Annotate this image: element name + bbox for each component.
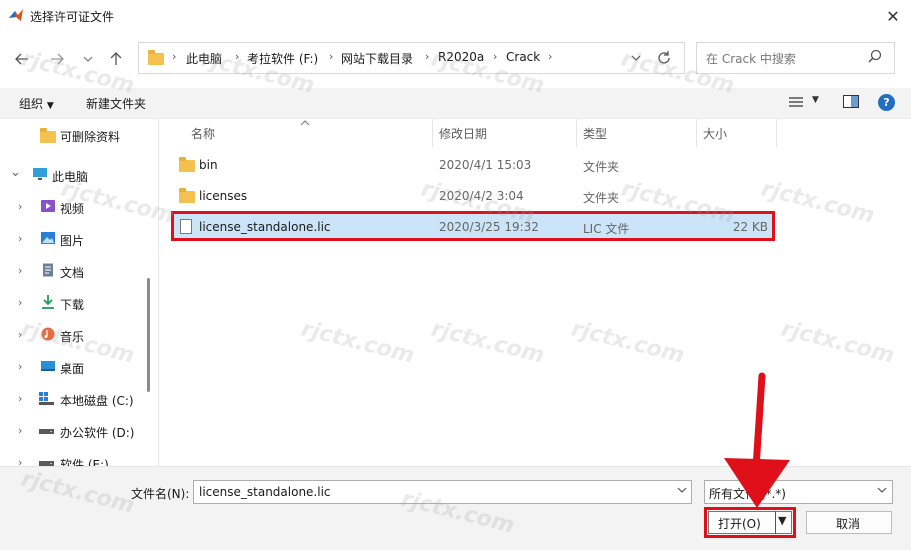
filename-value: license_standalone.lic	[199, 485, 331, 499]
sidebar-item-documents[interactable]: › 文档	[0, 257, 150, 287]
file-modified: 2020/4/1 15:03	[439, 158, 532, 172]
chevron-down-icon[interactable]	[876, 484, 888, 499]
column-header-type[interactable]: 类型	[583, 125, 607, 142]
sidebar-item-label: 图片	[60, 234, 85, 248]
chevron-right-icon[interactable]: ›	[18, 360, 22, 373]
drive-icon	[39, 461, 54, 466]
chevron-down-icon[interactable]: ⌄	[10, 165, 21, 180]
folder-icon	[179, 157, 195, 172]
watermark: rjctx.com	[778, 316, 897, 369]
file-row-bin[interactable]: bin 2020/4/1 15:03 文件夹	[172, 151, 774, 179]
pictures-icon	[41, 232, 55, 244]
drive-icon	[39, 429, 54, 434]
computer-icon	[33, 168, 47, 180]
watermark: rjctx.com	[758, 176, 877, 229]
preview-pane-icon	[843, 95, 859, 108]
breadcrumb-separator: ›	[548, 50, 553, 63]
file-name: bin	[199, 158, 218, 172]
list-view-icon	[789, 97, 803, 107]
file-type: 文件夹	[583, 191, 620, 205]
download-icon	[42, 295, 54, 309]
chevron-right-icon[interactable]: ›	[18, 296, 22, 309]
sidebar-item-pictures[interactable]: › 图片	[0, 225, 150, 255]
sidebar-item-drive-e[interactable]: › 软件 (E:)	[0, 449, 150, 466]
desktop-icon	[41, 361, 55, 371]
preview-pane-button[interactable]	[843, 95, 859, 111]
close-button[interactable]: ✕	[876, 0, 910, 32]
sort-up-icon	[300, 115, 310, 129]
column-header-size[interactable]: 大小	[703, 125, 727, 142]
breadcrumb-download-dir[interactable]: 网站下载目录	[341, 50, 413, 67]
chevron-right-icon[interactable]: ›	[18, 424, 22, 437]
column-divider[interactable]	[432, 119, 433, 147]
caret-down-icon[interactable]: ▼	[812, 95, 819, 105]
video-icon	[41, 200, 55, 212]
sidebar-item-label: 下载	[60, 298, 85, 312]
column-header-name[interactable]: 名称	[191, 125, 215, 142]
sidebar-item-label: 可删除资料	[60, 130, 121, 144]
cancel-label: 取消	[836, 517, 861, 531]
search-placeholder: 在 Crack 中搜索	[706, 52, 796, 66]
documents-icon	[43, 263, 53, 277]
sidebar-item-label: 办公软件 (D:)	[60, 426, 135, 440]
chevron-right-icon[interactable]: ›	[18, 232, 22, 245]
open-label: 打开(O)	[718, 517, 761, 531]
watermark: rjctx.com	[298, 316, 417, 369]
column-header-modified[interactable]: 修改日期	[439, 125, 487, 142]
column-divider[interactable]	[776, 119, 777, 147]
chevron-right-icon[interactable]: ›	[18, 264, 22, 277]
sidebar-item-label: 本地磁盘 (C:)	[60, 394, 134, 408]
sidebar-item-drive-d[interactable]: › 办公软件 (D:)	[0, 417, 150, 447]
breadcrumb-separator: ›	[172, 50, 177, 63]
file-name: licenses	[199, 189, 248, 203]
annotation-arrow-icon	[724, 372, 790, 508]
title-bar	[0, 0, 911, 32]
sidebar-item-removable[interactable]: 可删除资料	[0, 121, 150, 151]
breadcrumb-crack[interactable]: Crack	[506, 50, 540, 64]
window-title: 选择许可证文件	[30, 10, 115, 24]
folder-icon	[40, 128, 56, 143]
sidebar-item-label: 桌面	[60, 362, 85, 376]
breadcrumb-separator: ›	[425, 50, 430, 63]
search-icon	[868, 49, 882, 67]
caret-down-icon: ▼	[46, 101, 54, 111]
sidebar-item-label: 软件 (E:)	[60, 458, 109, 466]
sidebar-item-drive-c[interactable]: › 本地磁盘 (C:)	[0, 385, 150, 415]
navigation-scrollbar[interactable]	[147, 278, 150, 392]
view-options-button[interactable]	[789, 96, 803, 111]
matlab-logo-icon	[9, 9, 23, 21]
chevron-right-icon[interactable]: ›	[18, 456, 22, 466]
navigation-pane: 可删除资料 ⌄ 此电脑 › 视频 › 图片 › 文档 › 下载 › 音乐 › 桌…	[0, 119, 159, 466]
folder-icon	[148, 50, 164, 65]
folder-icon	[179, 188, 195, 203]
chevron-right-icon[interactable]: ›	[18, 392, 22, 405]
help-icon[interactable]: ?	[878, 94, 895, 111]
column-divider[interactable]	[696, 119, 697, 147]
watermark: rjctx.com	[428, 316, 547, 369]
drive-c-icon	[39, 392, 54, 405]
sidebar-item-label: 文档	[60, 266, 85, 280]
new-folder-button[interactable]: 新建文件夹	[86, 95, 146, 112]
organize-button[interactable]: 组织 ▼	[19, 95, 54, 112]
open-dropdown-icon[interactable]: ▼	[778, 514, 786, 527]
organize-label: 组织	[19, 97, 44, 111]
chevron-right-icon[interactable]: ›	[18, 200, 22, 213]
column-divider[interactable]	[576, 119, 577, 147]
breadcrumb-separator: ›	[329, 50, 334, 63]
sidebar-item-downloads[interactable]: › 下载	[0, 289, 150, 319]
watermark: rjctx.com	[568, 316, 687, 369]
open-split-divider	[775, 511, 776, 534]
filename-label: 文件名(N):	[131, 487, 190, 501]
arrow-up-icon	[110, 52, 122, 65]
file-type: 文件夹	[583, 160, 620, 174]
chevron-down-icon[interactable]	[676, 484, 688, 499]
